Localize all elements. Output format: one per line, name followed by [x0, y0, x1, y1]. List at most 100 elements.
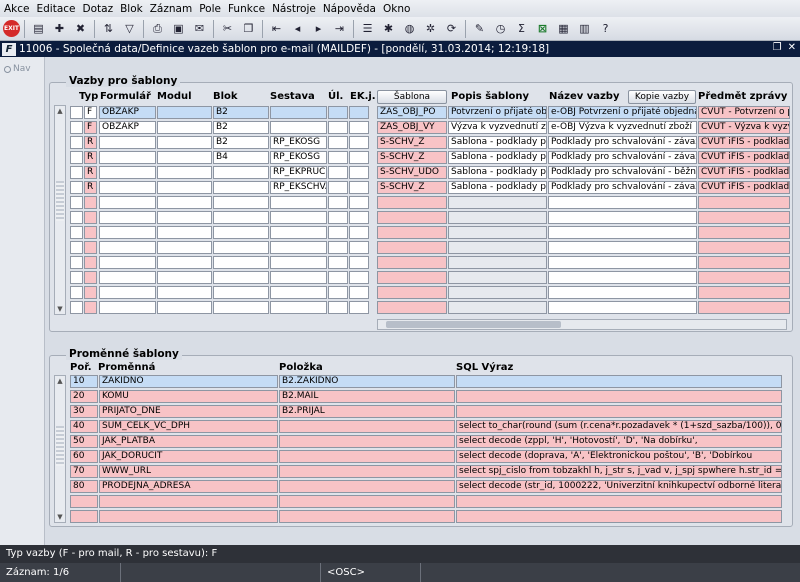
vazby-cell-popis[interactable]: Šablona - podklady pro s [448, 151, 547, 164]
vazby-cell-formular[interactable] [99, 136, 156, 149]
tools-icon[interactable]: ✲ [421, 19, 440, 38]
vazby-cell-modul[interactable] [157, 181, 212, 194]
delete-record-icon[interactable]: ✖ [71, 19, 90, 38]
vazby-cell-popis[interactable] [448, 226, 547, 239]
menu-item-1[interactable]: Editace [37, 3, 76, 15]
promenne-cell-sql[interactable]: select decode (str_id, 1000222, 'Univerz… [456, 480, 782, 493]
vazby-cell-popis[interactable]: Šablona - podklady pro s [448, 181, 547, 194]
clock-icon[interactable]: ◷ [491, 19, 510, 38]
vazby-cell-sestava[interactable] [270, 121, 327, 134]
vazby-cell-sablona[interactable] [377, 196, 447, 209]
vazby-cell-ul[interactable] [328, 301, 348, 314]
vazby-cell-modul[interactable] [157, 121, 212, 134]
promenne-cell-por[interactable]: 20 [70, 390, 98, 403]
mail-icon[interactable]: ✉ [190, 19, 209, 38]
vazby-cell-nazev[interactable] [548, 286, 697, 299]
promenne-cell-promenna[interactable]: WWW_URL [99, 465, 278, 478]
vazby-cell-predmet[interactable] [698, 226, 790, 239]
cut-icon[interactable]: ✂ [218, 19, 237, 38]
vazby-cell-sestava[interactable] [270, 226, 327, 239]
vazby-cell-popis[interactable] [448, 286, 547, 299]
vazby-cell-ekj[interactable] [349, 166, 369, 179]
vazby-cell-sestava[interactable] [270, 211, 327, 224]
vazby-cell-modul[interactable] [157, 196, 212, 209]
vazby-cell-popis[interactable] [448, 241, 547, 254]
vazby-cell-sablona[interactable] [377, 241, 447, 254]
vazby-cell-chk[interactable] [70, 151, 83, 164]
vazby-cell-chk[interactable] [70, 196, 83, 209]
scroll-up-icon[interactable]: ▲ [55, 376, 65, 386]
vazby-cell-modul[interactable] [157, 241, 212, 254]
section2-left-scrollbar[interactable]: ▲ ▼ [54, 375, 66, 523]
promenne-cell-sql[interactable] [456, 510, 782, 523]
vazby-cell-typ[interactable]: R [84, 151, 97, 164]
promenne-cell-promenna[interactable]: JAK_PLATBA [99, 435, 278, 448]
vazby-cell-ul[interactable] [328, 196, 348, 209]
vazby-cell-typ[interactable] [84, 196, 97, 209]
vazby-cell-chk[interactable] [70, 301, 83, 314]
vazby-cell-typ[interactable] [84, 271, 97, 284]
vazby-cell-blok[interactable] [213, 196, 269, 209]
vazby-cell-nazev[interactable] [548, 211, 697, 224]
vazby-cell-typ[interactable] [84, 301, 97, 314]
vazby-cell-ul[interactable] [328, 211, 348, 224]
vazby-cell-formular[interactable] [99, 226, 156, 239]
promenne-cell-por[interactable]: 60 [70, 450, 98, 463]
menu-item-0[interactable]: Akce [4, 3, 30, 15]
vazby-cell-chk[interactable] [70, 121, 83, 134]
vazby-cell-typ[interactable]: R [84, 136, 97, 149]
vazby-cell-sablona[interactable] [377, 226, 447, 239]
promenne-cell-polozka[interactable] [279, 480, 455, 493]
vazby-cell-ekj[interactable] [349, 301, 369, 314]
vazby-cell-ul[interactable] [328, 151, 348, 164]
vazby-cell-formular[interactable]: OBZAKP [99, 106, 156, 119]
vazby-cell-chk[interactable] [70, 286, 83, 299]
help-icon[interactable]: ? [596, 19, 615, 38]
vazby-cell-predmet[interactable] [698, 256, 790, 269]
next-record-icon[interactable]: ▸ [309, 19, 328, 38]
promenne-cell-sql[interactable] [456, 375, 782, 388]
vazby-cell-modul[interactable] [157, 106, 212, 119]
vazby-cell-nazev[interactable]: Podklady pro schvalování - závazek [548, 181, 697, 194]
excel-icon[interactable]: ⊠ [533, 19, 552, 38]
vazby-cell-modul[interactable] [157, 166, 212, 179]
vazby-cell-blok[interactable] [213, 226, 269, 239]
promenne-cell-promenna[interactable] [99, 510, 278, 523]
vazby-cell-blok[interactable] [213, 181, 269, 194]
prev-record-icon[interactable]: ◂ [288, 19, 307, 38]
vazby-cell-popis[interactable]: Potvrzení o přijaté objedn [448, 106, 547, 119]
vazby-cell-blok[interactable] [213, 211, 269, 224]
vazby-cell-predmet[interactable]: ČVUT - Potvrzení o při [698, 106, 790, 119]
vazby-cell-formular[interactable]: OBZAKP [99, 121, 156, 134]
vazby-cell-typ[interactable]: F [84, 106, 97, 119]
vazby-cell-sablona[interactable] [377, 286, 447, 299]
vazby-cell-formular[interactable] [99, 286, 156, 299]
promenne-cell-por[interactable]: 50 [70, 435, 98, 448]
vazby-cell-predmet[interactable] [698, 271, 790, 284]
vazby-cell-formular[interactable] [99, 166, 156, 179]
vazby-cell-nazev[interactable] [548, 241, 697, 254]
menu-item-3[interactable]: Blok [120, 3, 143, 15]
menu-item-8[interactable]: Nápověda [323, 3, 376, 15]
section1-left-scrollbar[interactable]: ▲ ▼ [54, 105, 66, 315]
vazby-cell-formular[interactable] [99, 181, 156, 194]
promenne-cell-polozka[interactable]: B2.ZAKIDNO [279, 375, 455, 388]
vazby-cell-ekj[interactable] [349, 196, 369, 209]
sum-icon[interactable]: Σ [512, 19, 531, 38]
vazby-cell-sestava[interactable] [270, 196, 327, 209]
vazby-cell-ekj[interactable] [349, 211, 369, 224]
vazby-cell-modul[interactable] [157, 256, 212, 269]
vazby-cell-formular[interactable] [99, 211, 156, 224]
vazby-cell-ekj[interactable] [349, 256, 369, 269]
vazby-cell-blok[interactable] [213, 301, 269, 314]
vazby-cell-ekj[interactable] [349, 286, 369, 299]
vazby-cell-predmet[interactable] [698, 301, 790, 314]
vazby-cell-ul[interactable] [328, 226, 348, 239]
vazby-cell-chk[interactable] [70, 181, 83, 194]
vazby-cell-ul[interactable] [328, 286, 348, 299]
sort-icon[interactable]: ⇅ [99, 19, 118, 38]
scroll-down-icon[interactable]: ▼ [55, 304, 65, 314]
vazby-cell-nazev[interactable]: e-OBJ Výzva k vyzvednutí zboží [548, 121, 697, 134]
vazby-cell-nazev[interactable] [548, 301, 697, 314]
vazby-cell-modul[interactable] [157, 136, 212, 149]
